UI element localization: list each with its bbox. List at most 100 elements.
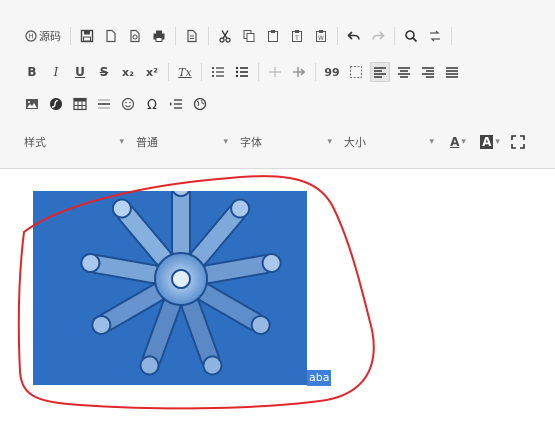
font-combo-label: 字体 [240, 136, 262, 149]
blockquote-button[interactable]: 99 [322, 62, 342, 82]
underline-button[interactable]: U [70, 62, 90, 82]
outdent-button[interactable] [265, 62, 285, 82]
toolbar-row-3: Ω [22, 92, 214, 116]
new-document-button[interactable] [101, 26, 121, 46]
table-button[interactable] [70, 94, 90, 114]
template-icon [187, 29, 197, 43]
align-right-button[interactable] [418, 62, 438, 82]
bulleted-list-button[interactable] [232, 62, 252, 82]
create-div-icon [350, 66, 362, 78]
chevron-down-icon: ▾ [223, 137, 228, 147]
background-color-button[interactable]: A ▾ [476, 132, 504, 152]
redo-button[interactable] [368, 26, 388, 46]
copy-button[interactable] [239, 26, 259, 46]
new-document-icon [106, 29, 116, 43]
format-combo[interactable]: 普通 ▾ [134, 132, 232, 152]
bulleted-list-icon [235, 66, 248, 78]
toolbar-separator [258, 63, 259, 81]
toolbar-separator [168, 63, 169, 81]
replace-button[interactable] [425, 26, 445, 46]
save-icon [80, 29, 94, 43]
source-button-label: 源码 [39, 30, 61, 43]
horizontal-rule-button[interactable] [94, 94, 114, 114]
find-button[interactable] [401, 26, 421, 46]
editor-toolbar: H 源码 T W B I U S x₂ x² Tx 99 Ω 样式 ▾ 普通 ▾… [0, 0, 555, 169]
template-button[interactable] [182, 26, 202, 46]
format-combo-label: 普通 [136, 136, 158, 149]
remove-format-button[interactable]: Tx [175, 62, 195, 82]
align-justify-icon [446, 67, 458, 78]
source-button[interactable]: H 源码 [22, 26, 64, 46]
toolbar-separator [208, 27, 209, 45]
paste-text-button[interactable]: T [287, 26, 307, 46]
svg-text:Ω: Ω [147, 98, 157, 111]
replace-icon [430, 30, 440, 42]
maximize-button[interactable] [508, 132, 528, 152]
page-break-button[interactable] [166, 94, 186, 114]
svg-text:W: W [318, 35, 324, 42]
preview-icon [130, 29, 140, 43]
toolbar-separator [394, 27, 395, 45]
undo-icon [347, 31, 360, 40]
iframe-button[interactable] [190, 94, 210, 114]
toolbar-separator [337, 27, 338, 45]
style-combo[interactable]: 样式 ▾ [22, 132, 128, 152]
horizontal-rule-icon [98, 99, 110, 109]
toolbar-separator [70, 27, 71, 45]
flash-icon [50, 98, 62, 110]
font-combo[interactable]: 字体 ▾ [238, 132, 336, 152]
cut-icon [219, 30, 231, 43]
bold-button[interactable]: B [22, 62, 42, 82]
indent-icon [293, 67, 305, 77]
indent-button[interactable] [289, 62, 309, 82]
numbered-list-button[interactable] [208, 62, 228, 82]
inserted-image[interactable] [33, 191, 307, 385]
toolbar-separator [315, 63, 316, 81]
flash-button[interactable] [46, 94, 66, 114]
print-button[interactable] [149, 26, 169, 46]
redo-icon [372, 31, 385, 40]
subscript-button[interactable]: x₂ [118, 62, 138, 82]
italic-button[interactable]: I [46, 62, 66, 82]
smiley-button[interactable] [118, 94, 138, 114]
preview-button[interactable] [125, 26, 145, 46]
source-icon: H [25, 30, 37, 42]
selected-text[interactable]: aba [307, 370, 332, 386]
size-combo[interactable]: 大小 ▾ [342, 132, 438, 152]
globe-icon [193, 97, 207, 111]
paste-word-icon: W [316, 30, 326, 42]
align-center-button[interactable] [394, 62, 414, 82]
create-div-button[interactable] [346, 62, 366, 82]
chevron-down-icon: ▾ [429, 137, 434, 147]
cut-button[interactable] [215, 26, 235, 46]
chevron-down-icon: ▾ [495, 137, 500, 147]
special-char-button[interactable]: Ω [142, 94, 162, 114]
toolbar-row-1: H 源码 T W [22, 24, 458, 48]
svg-text:T: T [294, 35, 299, 42]
align-right-icon [422, 67, 434, 78]
text-color-label: A [450, 135, 460, 149]
chevron-down-icon: ▾ [461, 137, 466, 147]
smiley-icon [121, 97, 135, 111]
undo-button[interactable] [344, 26, 364, 46]
save-button[interactable] [77, 26, 97, 46]
toolbar-row-2: B I U S x₂ x² Tx 99 [22, 60, 466, 84]
superscript-button[interactable]: x² [142, 62, 162, 82]
strikethrough-button[interactable]: S [94, 62, 114, 82]
toolbar-separator [175, 27, 176, 45]
toolbar-row-4: 样式 ▾ 普通 ▾ 字体 ▾ 大小 ▾ A ▾ A ▾ [22, 130, 532, 154]
paste-button[interactable] [263, 26, 283, 46]
size-combo-label: 大小 [344, 136, 366, 149]
omega-icon: Ω [147, 98, 157, 111]
image-button[interactable] [22, 94, 42, 114]
text-color-button[interactable]: A ▾ [444, 132, 472, 152]
paste-word-button[interactable]: W [311, 26, 331, 46]
align-left-button[interactable] [370, 62, 390, 82]
page-break-icon [170, 99, 182, 109]
toolbar-separator [201, 63, 202, 81]
align-left-icon [374, 67, 386, 78]
chevron-down-icon: ▾ [327, 137, 332, 147]
radial-engine-picture [33, 191, 307, 385]
table-icon [73, 97, 87, 111]
align-justify-button[interactable] [442, 62, 462, 82]
